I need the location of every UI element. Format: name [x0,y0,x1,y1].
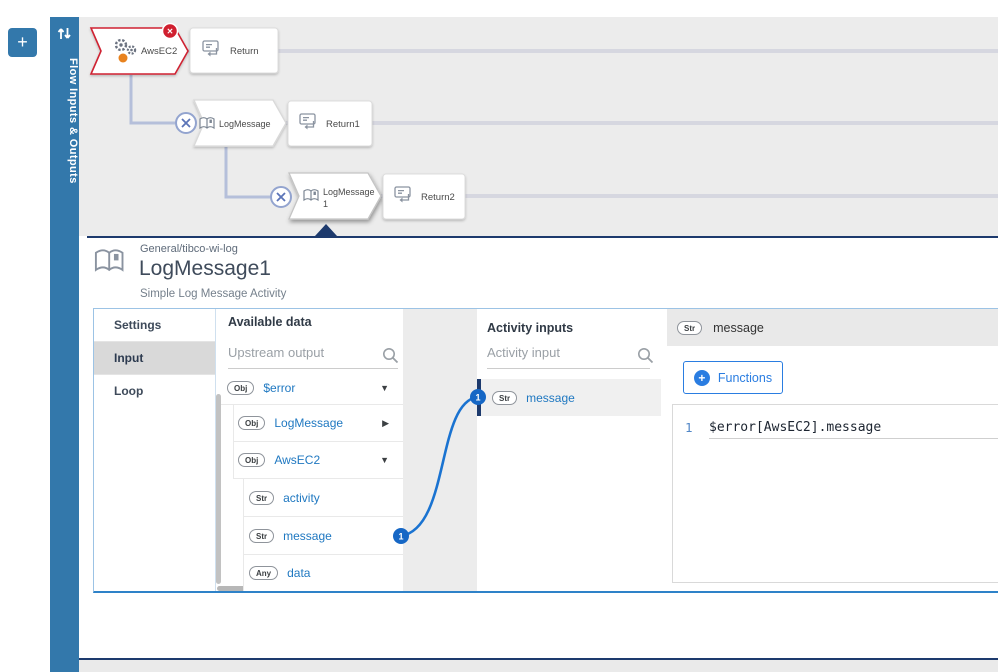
tree-label[interactable]: data [287,566,310,580]
type-badge-obj: Obj [227,381,255,395]
search-underline [228,368,398,369]
node-logmessage[interactable]: LogMessage [175,99,287,147]
activity-subtitle: Simple Log Message Activity [140,288,287,300]
available-data-search-input[interactable] [228,345,378,360]
add-activity-button[interactable]: + [8,28,37,57]
input-selected-bar [477,379,481,416]
svg-text:LogMessage: LogMessage [323,187,375,197]
svg-text:AwsEC2: AwsEC2 [141,46,177,57]
error-badge: ✕ [161,22,179,40]
swap-arrows-icon [57,28,71,39]
app-window: + Flow Inputs & Outputs AwsEC2 ✕ Return … [0,0,998,672]
footer-strip [79,660,998,672]
editor-line[interactable]: 1 $error[AwsEC2].message [673,417,998,441]
tree-label[interactable]: message [283,529,332,543]
input-label[interactable]: message [526,391,575,405]
tab-settings[interactable]: Settings [94,309,215,342]
svg-text:Return2: Return2 [421,192,455,203]
type-badge-obj: Obj [238,416,266,430]
svg-text:Return: Return [230,46,259,57]
tree-label[interactable]: AwsEC2 [274,453,320,467]
node-logmessage1[interactable]: LogMessage 1 [270,172,382,220]
type-badge-obj: Obj [238,453,266,467]
activity-title: LogMessage1 [139,257,271,280]
log-icon [199,117,215,129]
flow-diagram: AwsEC2 ✕ Return LogMessage Return1 LogMe… [89,22,998,236]
tree-row-message[interactable]: Str message [243,517,403,555]
tree-row-logmessage[interactable]: Obj LogMessage ▶ [233,405,403,442]
panel-top-border [87,236,998,238]
plus-icon: + [693,369,710,386]
node-return2[interactable]: Return2 [382,173,466,220]
node-return1[interactable]: Return1 [287,100,373,147]
type-badge-str: Str [249,490,275,505]
search-underline [487,368,650,369]
svg-text:1: 1 [323,199,328,209]
caret-down-icon[interactable]: ▼ [380,455,389,465]
tree-label[interactable]: LogMessage [274,416,343,430]
tab-loop[interactable]: Loop [94,375,215,408]
error-handler-icon[interactable] [175,112,197,134]
tree-vertical-scrollbar[interactable] [216,394,221,584]
type-badge-str: Str [249,528,275,543]
node-return[interactable]: Return [189,27,279,74]
activity-inputs-title: Activity inputs [487,321,574,335]
expression-code[interactable]: $error[AwsEC2].message [709,417,998,439]
available-data-title: Available data [228,315,312,329]
svg-text:✕: ✕ [167,27,174,36]
type-badge-str: Str [492,390,518,405]
svg-text:LogMessage: LogMessage [219,119,271,129]
svg-text:Return1: Return1 [326,119,360,130]
type-badge-str: Str [677,320,703,335]
tree-label[interactable]: activity [283,491,320,505]
search-icon[interactable] [382,347,399,364]
tree-row-awsec2[interactable]: Obj AwsEC2 ▼ [233,442,403,479]
search-icon[interactable] [637,347,654,364]
node-awsec2[interactable]: AwsEC2 ✕ [89,22,189,75]
functions-button[interactable]: + Functions [683,361,783,394]
tree-row-activity[interactable]: Str activity [243,479,403,517]
functions-label: Functions [717,370,773,385]
activity-category: General/tibco-wi-log [140,243,238,255]
caret-right-icon[interactable]: ▶ [382,418,389,429]
tree-row-error[interactable]: Obj $error ▼ [221,372,403,405]
caret-down-icon[interactable]: ▼ [380,383,389,393]
line-number: 1 [685,420,693,435]
expression-header: Str message [667,309,998,346]
activity-inputs-search-input[interactable] [487,345,627,360]
sidebar-label: Flow Inputs & Outputs [67,58,79,184]
mapping-gutter [403,309,477,591]
expression-editor[interactable]: 1 $error[AwsEC2].message [672,404,998,583]
tree-label[interactable]: $error [263,381,295,395]
expression-field-name: message [713,320,764,335]
tab-input[interactable]: Input [94,342,215,375]
tree-row-data[interactable]: Any data [243,555,403,591]
input-row-message[interactable]: Str message [477,379,661,416]
selected-node-pointer [315,224,337,236]
error-handler-icon[interactable] [270,186,292,208]
log-icon [303,189,319,201]
type-badge-any: Any [249,566,279,580]
activity-log-icon [94,249,124,272]
